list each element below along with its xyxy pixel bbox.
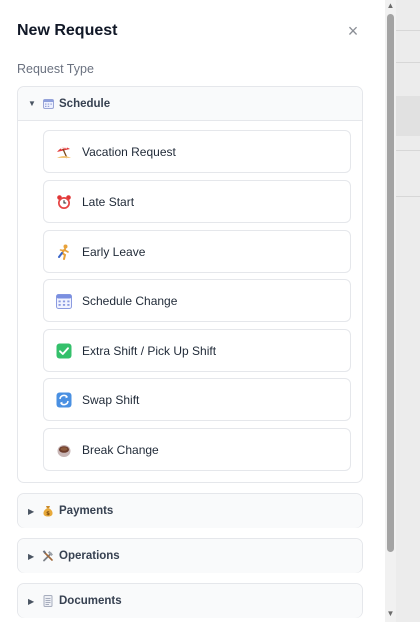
swap-arrows-icon: [56, 392, 72, 408]
request-type-extra-shift[interactable]: Extra Shift / Pick Up Shift: [43, 329, 351, 372]
request-type-schedule-change[interactable]: Schedule Change: [43, 279, 351, 322]
alarm-clock-icon: [56, 194, 72, 210]
item-label: Late Start: [82, 194, 135, 209]
beach-umbrella-icon: [56, 144, 72, 160]
request-type-vacation[interactable]: Vacation Request: [43, 130, 351, 173]
caret-down-icon: ▼: [28, 99, 36, 108]
item-label: Vacation Request: [82, 144, 176, 159]
group-label: Documents: [59, 595, 122, 607]
group-operations: ▶ Operations: [17, 538, 363, 573]
group-documents: ▶ Documents: [17, 583, 363, 618]
background-page: [396, 0, 420, 622]
item-label: Swap Shift: [82, 392, 140, 407]
scroll-thumb[interactable]: [387, 14, 394, 552]
request-type-label: Request Type: [17, 62, 94, 76]
calendar-icon: [42, 98, 54, 110]
group-label: Schedule: [59, 97, 111, 110]
coffee-cup-icon: [56, 442, 72, 458]
money-bag-icon: $: [42, 505, 54, 517]
item-label: Break Change: [82, 442, 159, 457]
request-type-break-change[interactable]: Break Change: [43, 428, 351, 471]
tools-icon: [42, 550, 54, 562]
new-request-panel: New Request × Request Type ▼ Schedule Va…: [0, 0, 396, 622]
scroll-down-arrow-icon[interactable]: ▼: [385, 608, 396, 620]
calendar-icon: [56, 293, 72, 309]
caret-right-icon: ▶: [28, 596, 35, 606]
group-payments-header[interactable]: ▶ $ Payments: [18, 494, 362, 528]
group-schedule: ▼ Schedule Vacation Request Late Start E…: [17, 86, 363, 483]
group-schedule-header[interactable]: ▼ Schedule: [18, 87, 362, 121]
request-type-late-start[interactable]: Late Start: [43, 180, 351, 223]
item-label: Early Leave: [82, 244, 146, 259]
panel-scrollbar[interactable]: ▲ ▼: [385, 0, 396, 622]
item-label: Schedule Change: [82, 293, 178, 308]
scroll-up-arrow-icon[interactable]: ▲: [385, 0, 396, 12]
group-label: Operations: [59, 550, 120, 562]
request-type-swap-shift[interactable]: Swap Shift: [43, 378, 351, 421]
group-payments: ▶ $ Payments: [17, 493, 363, 528]
check-mark-icon: [56, 343, 72, 359]
group-operations-header[interactable]: ▶ Operations: [18, 539, 362, 573]
group-documents-header[interactable]: ▶ Documents: [18, 584, 362, 618]
caret-right-icon: ▶: [28, 551, 35, 561]
panel-title: New Request: [17, 22, 118, 39]
running-person-icon: [56, 244, 72, 260]
group-label: Payments: [59, 505, 114, 517]
item-label: Extra Shift / Pick Up Shift: [82, 343, 217, 358]
close-icon[interactable]: ×: [344, 22, 362, 40]
request-type-early-leave[interactable]: Early Leave: [43, 230, 351, 273]
caret-right-icon: ▶: [28, 506, 35, 516]
document-icon: [42, 595, 54, 607]
svg-text:$: $: [46, 511, 50, 517]
